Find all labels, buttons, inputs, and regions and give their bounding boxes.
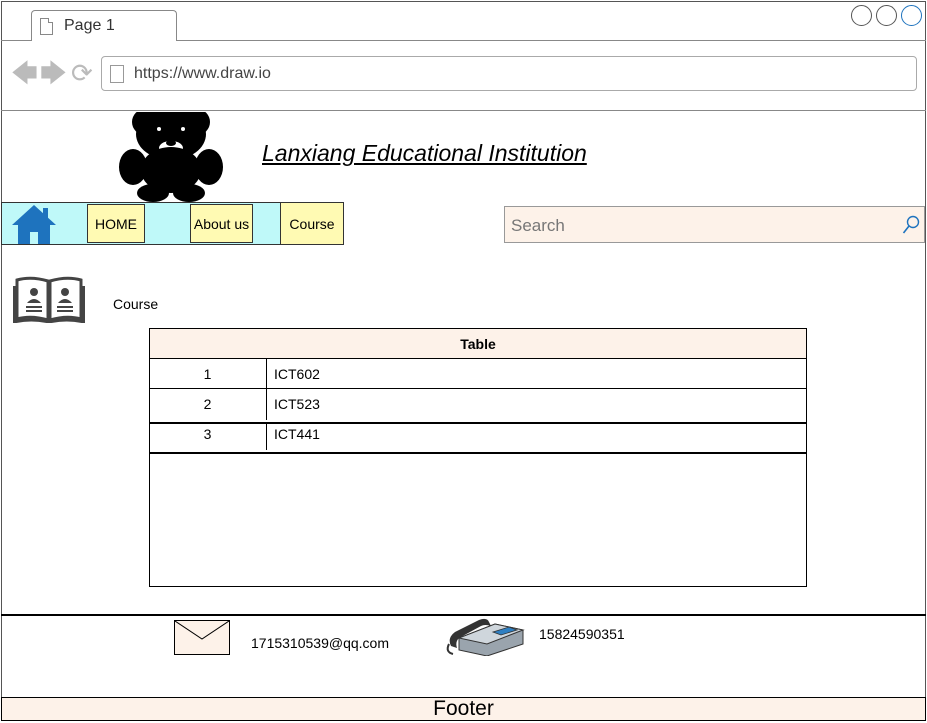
column-divider <box>266 359 267 390</box>
browser-tab[interactable]: Page 1 <box>31 10 177 41</box>
forward-arrow-icon[interactable]: 🡆 <box>40 60 67 86</box>
page-icon <box>110 65 124 83</box>
table-row: 1 ICT602 <box>149 359 807 390</box>
search-placeholder: Search <box>511 216 565 235</box>
nav-course-button[interactable]: Course <box>280 202 344 245</box>
table-header: Table <box>149 328 807 359</box>
search-input[interactable]: Search <box>504 206 925 243</box>
page-title: Lanxiang Educational Institution <box>262 140 587 166</box>
table-row: 3 ICT441 <box>149 419 807 450</box>
table-row: 2 ICT523 <box>149 389 807 420</box>
tab-label: Page 1 <box>64 17 115 34</box>
row-value: ICT523 <box>274 396 320 412</box>
column-divider <box>266 389 267 420</box>
nav-about-button[interactable]: About us <box>190 204 253 243</box>
contact-phone: 15824590351 <box>539 626 625 642</box>
telephone-icon <box>445 616 525 657</box>
toolbar-divider <box>1 110 926 111</box>
back-arrow-icon[interactable]: 🡄 <box>11 60 38 86</box>
window-maximize-button[interactable] <box>876 5 897 26</box>
reload-icon[interactable]: ⟳ <box>71 60 93 86</box>
mail-icon <box>174 620 230 655</box>
row-number: 3 <box>203 426 212 442</box>
address-bar[interactable]: https://www.draw.io <box>101 56 917 91</box>
section-label: Course <box>113 296 159 312</box>
row-number: 2 <box>203 396 212 412</box>
home-icon[interactable] <box>10 204 58 245</box>
footer: Footer <box>1 697 926 721</box>
nav-home-button[interactable]: HOME <box>87 204 145 243</box>
row-value: ICT441 <box>274 426 320 442</box>
page-icon <box>40 18 53 35</box>
row-value: ICT602 <box>274 366 320 382</box>
row-number: 1 <box>203 366 212 382</box>
contact-email: 1715310539@qq.com <box>251 635 389 651</box>
book-icon <box>12 276 86 324</box>
url-text: https://www.draw.io <box>134 65 271 82</box>
teddy-bear-icon <box>118 108 224 204</box>
search-icon[interactable] <box>902 215 920 240</box>
window-close-button[interactable] <box>901 5 922 26</box>
column-divider <box>266 424 267 450</box>
window-minimize-button[interactable] <box>851 5 872 26</box>
row-divider <box>149 452 807 454</box>
